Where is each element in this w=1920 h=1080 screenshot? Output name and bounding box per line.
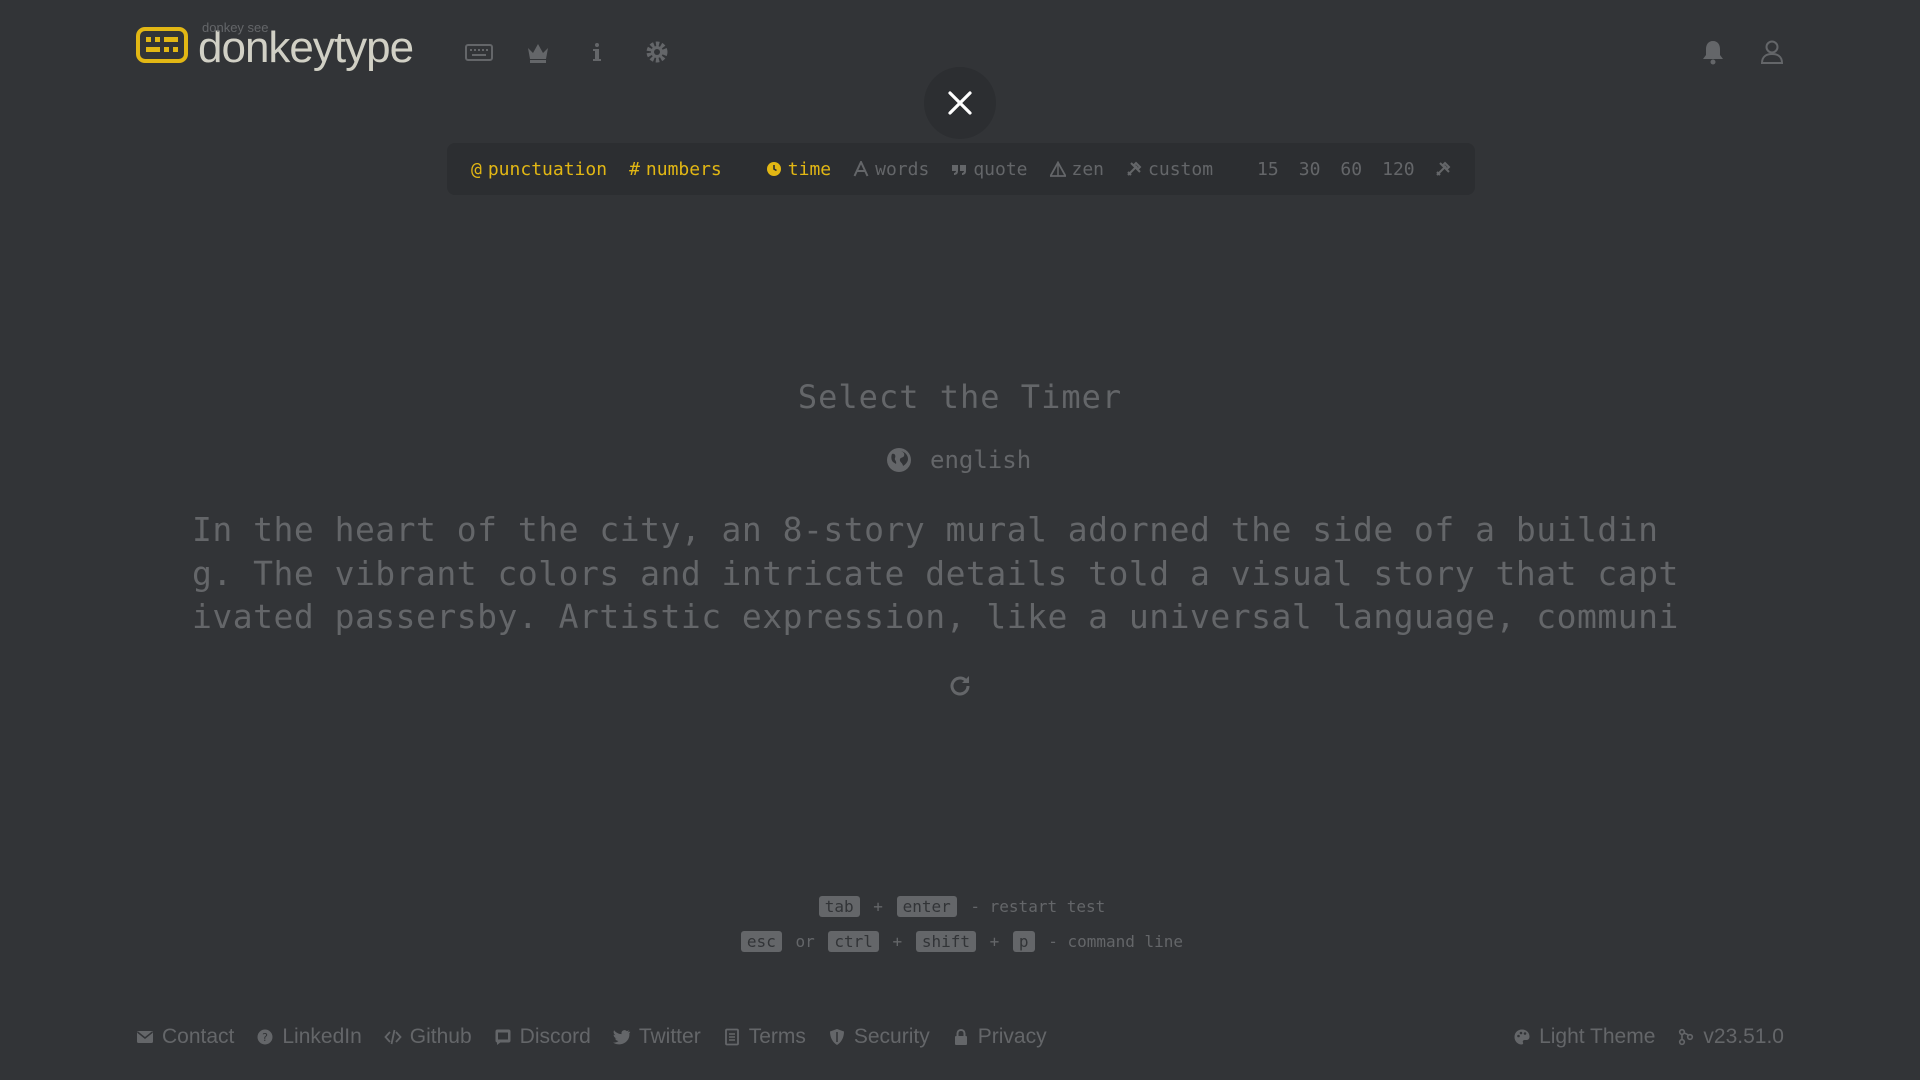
privacy-link[interactable]: Privacy xyxy=(952,1025,1047,1049)
custom-label: custom xyxy=(1148,158,1214,180)
twitter-label: Twitter xyxy=(638,1025,701,1048)
quote-icon xyxy=(952,165,967,175)
close-button[interactable] xyxy=(924,67,996,139)
key-enter: enter xyxy=(896,896,957,917)
key-esc: esc xyxy=(740,931,782,952)
restart-hint-text: - restart test xyxy=(970,897,1106,916)
time-label: time xyxy=(787,158,832,180)
envelope-icon xyxy=(137,1031,153,1043)
version-label: v23.51.0 xyxy=(1703,1025,1784,1048)
restart-icon xyxy=(950,676,970,696)
info-icon[interactable] xyxy=(581,36,613,68)
language-label: english xyxy=(930,446,1032,474)
words-display[interactable]: In the heart of the city, an 8-story mur… xyxy=(192,508,1732,639)
tools-icon xyxy=(1127,161,1142,176)
palette-icon xyxy=(1514,1029,1530,1045)
lock-icon xyxy=(954,1028,967,1045)
test-title: Select the Timer xyxy=(797,378,1123,416)
security-link[interactable]: Security xyxy=(828,1025,930,1049)
clock-icon xyxy=(766,162,781,176)
keyboard-icon[interactable] xyxy=(463,36,495,68)
words-label: words xyxy=(875,158,930,180)
theme-button[interactable]: Light Theme xyxy=(1513,1025,1655,1049)
key-shift: shift xyxy=(915,931,976,952)
mode-quote[interactable]: quote xyxy=(951,158,1028,180)
theme-label: Light Theme xyxy=(1539,1025,1656,1048)
words-line: g. The vibrant colors and intricate deta… xyxy=(192,553,1679,593)
quote-label: quote xyxy=(973,158,1028,180)
key-ctrl: ctrl xyxy=(828,931,879,952)
crown-icon[interactable] xyxy=(522,36,554,68)
shield-icon xyxy=(829,1029,844,1045)
donate-icon: ? xyxy=(257,1029,273,1045)
discord-label: Discord xyxy=(519,1025,591,1048)
version-button[interactable]: v23.51.0 xyxy=(1677,1025,1784,1049)
or-text: or xyxy=(795,932,815,951)
zen-label: zen xyxy=(1071,158,1105,180)
font-icon xyxy=(853,161,869,177)
linkedin-label: LinkedIn xyxy=(282,1025,362,1048)
words-line: In the heart of the city, an 8-story mur… xyxy=(192,510,1659,549)
punctuation-toggle[interactable]: @ punctuation xyxy=(471,159,607,180)
close-icon xyxy=(948,91,972,115)
command-line-hint: esc or ctrl + shift + p - command line xyxy=(0,931,1920,952)
contact-link[interactable]: Contact xyxy=(136,1025,234,1049)
tools-icon xyxy=(1435,161,1451,176)
settings-icon[interactable] xyxy=(641,36,673,68)
plus-text: + xyxy=(892,932,903,951)
mode-zen[interactable]: zen xyxy=(1049,158,1105,180)
key-p: p xyxy=(1012,931,1035,952)
terms-link[interactable]: Terms xyxy=(723,1025,806,1049)
custom-time-button[interactable] xyxy=(1435,161,1451,177)
time-15[interactable]: 15 xyxy=(1257,159,1279,180)
mode-words[interactable]: words xyxy=(853,159,929,180)
logo[interactable]: donkey see donkeytype xyxy=(136,20,414,70)
hash-icon: # xyxy=(629,158,640,180)
linkedin-link[interactable]: ? LinkedIn xyxy=(256,1025,362,1049)
github-link[interactable]: Github xyxy=(384,1025,472,1049)
test-config-bar: @ punctuation # numbers time words quote… xyxy=(447,143,1475,195)
contact-label: Contact xyxy=(162,1025,235,1048)
logo-subtitle: donkey see xyxy=(202,20,269,35)
code-icon xyxy=(384,1029,402,1045)
footer-meta: Light Theme v23.51.0 xyxy=(1513,1025,1784,1049)
numbers-label: numbers xyxy=(645,158,722,180)
command-line-hint-text: - command line xyxy=(1048,932,1184,951)
globe-icon xyxy=(887,448,911,472)
discord-link[interactable]: Discord xyxy=(494,1025,591,1049)
github-label: Github xyxy=(409,1025,472,1048)
plus-text: + xyxy=(989,932,1000,951)
mode-custom[interactable]: custom xyxy=(1126,159,1213,180)
security-label: Security xyxy=(853,1025,930,1048)
time-30[interactable]: 30 xyxy=(1299,159,1321,180)
restart-hint: tab + enter - restart test xyxy=(0,896,1920,917)
logo-icon xyxy=(136,27,188,63)
language-button[interactable]: english xyxy=(886,446,1031,474)
svg-text:?: ? xyxy=(262,1031,268,1044)
numbers-toggle[interactable]: # numbers xyxy=(629,159,722,180)
twitter-icon xyxy=(612,1030,630,1045)
document-icon xyxy=(724,1028,739,1046)
branch-icon xyxy=(1679,1028,1694,1046)
time-60[interactable]: 60 xyxy=(1340,159,1362,180)
at-icon: @ xyxy=(471,158,482,180)
mountain-icon xyxy=(1049,161,1066,177)
time-120[interactable]: 120 xyxy=(1382,159,1415,180)
words-line: ivated passersby. Artistic expression, l… xyxy=(192,597,1679,636)
footer-links: Contact ? LinkedIn Github Discord Twitte… xyxy=(136,1025,1047,1049)
restart-button[interactable] xyxy=(944,670,976,702)
bell-icon[interactable] xyxy=(1697,36,1729,68)
plus-text: + xyxy=(873,897,883,916)
key-tab: tab xyxy=(818,896,860,917)
privacy-label: Privacy xyxy=(977,1025,1047,1048)
mode-time[interactable]: time xyxy=(766,159,831,180)
discord-icon xyxy=(495,1029,511,1045)
terms-label: Terms xyxy=(748,1025,806,1048)
punctuation-label: punctuation xyxy=(487,158,608,180)
twitter-link[interactable]: Twitter xyxy=(612,1025,701,1049)
user-icon[interactable] xyxy=(1756,36,1788,68)
